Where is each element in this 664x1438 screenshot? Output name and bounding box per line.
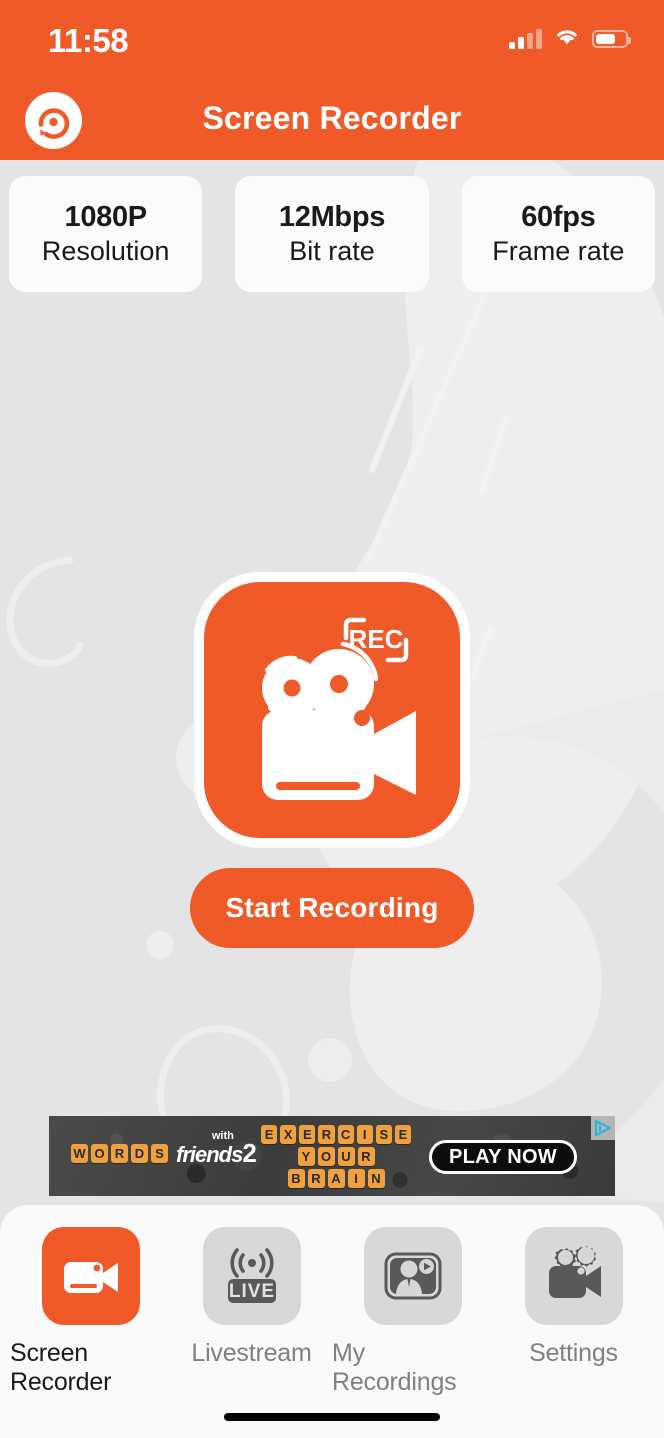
tab-label-livestream: Livestream bbox=[191, 1339, 312, 1367]
ad-brand-tile: R bbox=[111, 1143, 128, 1163]
recording-settings-cards: 1080P Resolution 12Mbps Bit rate 60fps F… bbox=[0, 176, 664, 292]
ad-brand-tile: D bbox=[131, 1143, 148, 1163]
ad-slogan-tile: X bbox=[280, 1125, 297, 1144]
page-title: Screen Recorder bbox=[202, 100, 462, 136]
ad-slogan-tile: E bbox=[394, 1125, 411, 1144]
ad-slogan-tile: E bbox=[299, 1125, 316, 1144]
tab-settings[interactable]: Settings bbox=[493, 1227, 654, 1438]
start-recording-button[interactable]: Start Recording bbox=[190, 868, 474, 948]
ad-slogan-tile: E bbox=[261, 1125, 278, 1144]
status-indicators bbox=[509, 27, 631, 51]
live-broadcast-icon: LIVE bbox=[202, 1227, 301, 1325]
camera-gear-icon bbox=[524, 1227, 623, 1325]
status-time: 11:58 bbox=[48, 22, 129, 59]
ad-play-now-button[interactable]: PLAY NOW bbox=[429, 1140, 577, 1174]
advertisement-banner[interactable]: W O R D S with friends2 E X E R C I S E Y… bbox=[49, 1116, 615, 1196]
ad-brand-tile: S bbox=[151, 1143, 168, 1163]
record-tile-button[interactable]: REC bbox=[194, 572, 470, 848]
battery-icon bbox=[592, 30, 631, 48]
ad-brand-tile: O bbox=[91, 1143, 108, 1163]
ad-brand-logo: W O R D S with friends2 bbox=[71, 1131, 257, 1168]
ad-slogan-tile: R bbox=[307, 1169, 325, 1188]
stat-value-bit-rate: 12Mbps bbox=[278, 201, 386, 233]
app-screen: Screen Recorder 11:58 1080P Resolution 1… bbox=[0, 0, 664, 1438]
ad-slogan-row: B R A I N bbox=[261, 1169, 411, 1188]
stat-card-bit-rate[interactable]: 12Mbps Bit rate bbox=[235, 176, 429, 292]
ad-brand-friends-text: with friends2 bbox=[176, 1131, 257, 1168]
stat-value-frame-rate: 60fps bbox=[521, 201, 596, 233]
ad-brand-tile: W bbox=[71, 1143, 88, 1163]
tab-label-screen-recorder: Screen Recorder bbox=[10, 1339, 112, 1396]
tab-livestream[interactable]: LIVE Livestream bbox=[171, 1227, 332, 1438]
ad-slogan-tile: B bbox=[287, 1169, 305, 1188]
movie-camera-rec-icon: REC bbox=[262, 617, 416, 800]
ad-slogan-tile: O bbox=[317, 1147, 335, 1166]
ad-slogan-tile: A bbox=[327, 1169, 345, 1188]
bottom-tab-bar: Screen Recorder LIVE Livestream My Recor… bbox=[0, 1205, 664, 1438]
tab-my-recordings[interactable]: My Recordings bbox=[332, 1227, 493, 1438]
svg-text:LIVE: LIVE bbox=[228, 1281, 274, 1302]
video-camera-icon bbox=[41, 1227, 140, 1325]
ad-slogan-row: E X E R C I S E bbox=[261, 1125, 411, 1144]
wifi-icon bbox=[554, 27, 580, 51]
ad-slogan-tile: S bbox=[375, 1125, 392, 1144]
adchoices-icon[interactable] bbox=[591, 1116, 615, 1140]
tab-label-my-recordings: My Recordings bbox=[332, 1339, 457, 1396]
stat-label-bit-rate: Bit rate bbox=[289, 236, 375, 266]
ad-slogan-tile: Y bbox=[297, 1147, 315, 1166]
ad-slogan-tile: N bbox=[367, 1169, 385, 1188]
home-indicator[interactable] bbox=[224, 1413, 440, 1421]
cellular-signal-icon bbox=[509, 29, 542, 49]
stat-value-resolution: 1080P bbox=[64, 201, 147, 233]
ad-slogan-tile: I bbox=[356, 1125, 373, 1144]
ad-slogan-tile: R bbox=[357, 1147, 375, 1166]
ad-brand-with-text: with bbox=[211, 1130, 234, 1142]
ad-slogan-tile: U bbox=[337, 1147, 355, 1166]
ad-slogan-tile: I bbox=[347, 1169, 365, 1188]
ad-slogan-row: Y O U R bbox=[261, 1147, 411, 1166]
tab-label-settings: Settings bbox=[529, 1339, 618, 1367]
ad-brand-friends-word: friends bbox=[176, 1142, 243, 1167]
stat-card-frame-rate[interactable]: 60fps Frame rate bbox=[461, 176, 655, 292]
status-bar: 11:58 bbox=[0, 0, 664, 80]
stat-card-resolution[interactable]: 1080P Resolution bbox=[9, 176, 203, 292]
person-video-frame-icon bbox=[363, 1227, 462, 1325]
ad-brand-number: 2 bbox=[242, 1138, 257, 1168]
ad-slogan-tile: C bbox=[337, 1125, 354, 1144]
stat-label-resolution: Resolution bbox=[41, 236, 170, 266]
tab-screen-recorder[interactable]: Screen Recorder bbox=[10, 1227, 171, 1438]
ad-slogan: E X E R C I S E Y O U R B R A I N bbox=[261, 1125, 411, 1191]
ad-slogan-tile: R bbox=[318, 1125, 335, 1144]
stat-label-frame-rate: Frame rate bbox=[492, 236, 625, 266]
